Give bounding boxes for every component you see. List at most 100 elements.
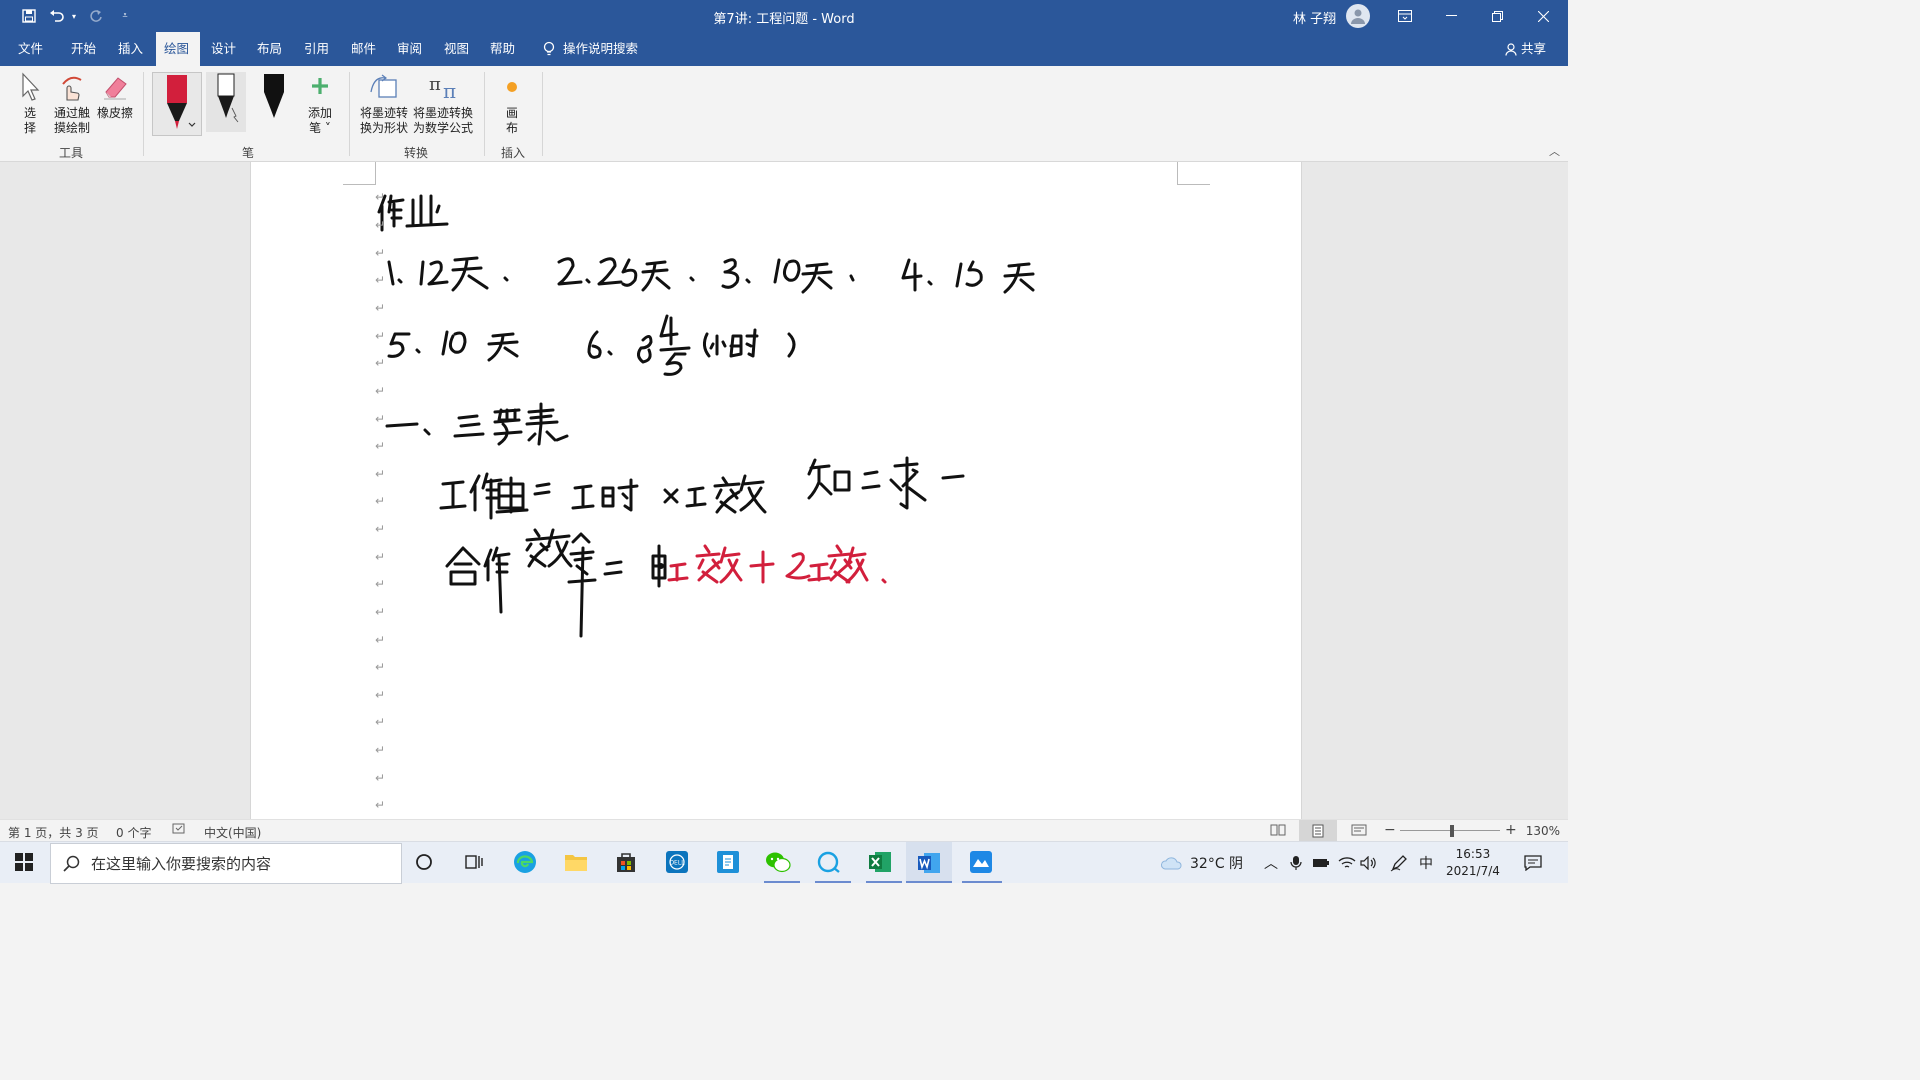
close-button[interactable] bbox=[1520, 0, 1566, 32]
store-icon[interactable] bbox=[612, 848, 640, 876]
running-indicator bbox=[764, 881, 800, 883]
proofing-icon[interactable] bbox=[172, 822, 186, 839]
eraser-label: 橡皮擦 bbox=[96, 106, 133, 120]
title-bar: ▾ ⩡ 第7讲: 工程问题 - Word 林 子翔 bbox=[0, 0, 1568, 32]
zoom-out-button[interactable]: − bbox=[1384, 822, 1396, 838]
touch-draw-label-1: 通过触 bbox=[53, 106, 90, 120]
file-explorer-icon[interactable] bbox=[562, 848, 590, 876]
paragraph-mark: ↵ bbox=[375, 218, 386, 232]
page-count[interactable]: 第 1 页，共 3 页 bbox=[8, 824, 99, 841]
paragraph-mark: ↵ bbox=[375, 688, 386, 702]
select-label-1: 选 bbox=[23, 106, 36, 120]
zoom-level[interactable]: 130% bbox=[1526, 824, 1560, 838]
dell-icon[interactable]: DELL bbox=[663, 848, 691, 876]
avatar[interactable] bbox=[1346, 4, 1370, 28]
tab-insert[interactable]: 插入 bbox=[110, 32, 151, 66]
paragraph-mark: ↵ bbox=[375, 356, 386, 370]
pen-black-thin[interactable] bbox=[206, 72, 246, 132]
chat-app-icon[interactable] bbox=[815, 848, 843, 876]
paragraph-mark: ↵ bbox=[375, 384, 386, 398]
paragraph-mark: ↵ bbox=[375, 467, 386, 481]
language-status[interactable]: 中文(中国) bbox=[204, 824, 261, 841]
weather-widget[interactable]: 32°C 阴 bbox=[1160, 842, 1243, 883]
notification-center-icon[interactable] bbox=[1524, 842, 1542, 883]
paragraph-mark: ↵ bbox=[375, 273, 386, 287]
tray-overflow-icon[interactable]: ︿ bbox=[1264, 842, 1278, 883]
tab-file[interactable]: 文件 bbox=[10, 32, 51, 66]
ink-to-math-button[interactable]: ππ 将墨迹转换 为数学公式 bbox=[410, 72, 476, 136]
tab-review[interactable]: 审阅 bbox=[389, 32, 430, 66]
tab-layout[interactable]: 布局 bbox=[249, 32, 290, 66]
whiteboard-app-icon[interactable] bbox=[967, 848, 995, 876]
cortana-icon[interactable] bbox=[410, 848, 438, 876]
paragraph-mark: ↵ bbox=[375, 771, 386, 785]
paragraph-mark: ↵ bbox=[375, 550, 386, 564]
ink-to-shape-label-2: 换为形状 bbox=[359, 121, 408, 135]
task-view-icon[interactable] bbox=[460, 848, 488, 876]
user-name[interactable]: 林 子翔 bbox=[1293, 8, 1336, 27]
notes-app-icon[interactable] bbox=[714, 848, 742, 876]
volume-icon[interactable] bbox=[1360, 842, 1378, 883]
print-layout-icon[interactable] bbox=[1299, 820, 1337, 842]
eraser-button[interactable]: 橡皮擦 bbox=[94, 72, 136, 121]
share-button[interactable]: 共享 bbox=[1505, 32, 1546, 66]
ribbon-display-options-icon[interactable] bbox=[1382, 0, 1428, 32]
weather-text: 32°C 阴 bbox=[1190, 855, 1244, 872]
read-mode-icon[interactable] bbox=[1270, 823, 1286, 840]
ink-to-shape-button[interactable]: 将墨迹转 换为形状 bbox=[356, 72, 412, 136]
search-icon bbox=[63, 855, 80, 872]
windows-start-icon[interactable] bbox=[10, 848, 38, 876]
paragraph-mark: ↵ bbox=[375, 633, 386, 647]
ribbon-tabs: 文件 开始 插入 绘图 设计 布局 引用 邮件 审阅 视图 帮助 操作说明搜索 … bbox=[0, 32, 1568, 66]
add-pen-button[interactable]: 添加 笔 ˅ bbox=[300, 72, 340, 136]
collapse-ribbon-icon[interactable]: ︿ bbox=[1549, 143, 1560, 159]
web-layout-icon[interactable] bbox=[1351, 823, 1367, 840]
document-area[interactable]: ↵ ↵ ↵ ↵ ↵ ↵ ↵ ↵ ↵ ↵ ↵ ↵ ↵ ↵ ↵ ↵ ↵ ↵ ↵ ↵ … bbox=[0, 162, 1568, 819]
zoom-slider-thumb[interactable] bbox=[1450, 825, 1454, 837]
black-pen-icon bbox=[217, 73, 239, 123]
excel-icon[interactable] bbox=[866, 848, 894, 876]
tab-design[interactable]: 设计 bbox=[203, 32, 244, 66]
word-icon[interactable] bbox=[906, 842, 952, 883]
draw-with-touch-button[interactable]: 通过触 摸绘制 bbox=[50, 72, 94, 136]
pens-group-label: 笔 bbox=[241, 146, 254, 160]
marker-pen-icon bbox=[264, 74, 284, 118]
separator bbox=[542, 72, 543, 156]
document-page[interactable]: ↵ ↵ ↵ ↵ ↵ ↵ ↵ ↵ ↵ ↵ ↵ ↵ ↵ ↵ ↵ ↵ ↵ ↵ ↵ ↵ … bbox=[250, 162, 1302, 819]
paragraph-mark: ↵ bbox=[375, 660, 386, 674]
paragraph-mark: ↵ bbox=[375, 743, 386, 757]
input-method-indicator[interactable]: 中 bbox=[1419, 842, 1433, 883]
tab-draw[interactable]: 绘图 bbox=[156, 32, 200, 66]
drawing-canvas-button[interactable]: 画 布 bbox=[496, 72, 528, 136]
battery-icon[interactable] bbox=[1312, 842, 1330, 883]
edge-icon[interactable] bbox=[511, 848, 539, 876]
zoom-in-button[interactable]: + bbox=[1505, 822, 1517, 838]
restore-button[interactable] bbox=[1474, 0, 1520, 32]
taskbar-search[interactable]: 在这里输入你要搜索的内容 bbox=[50, 843, 402, 884]
tell-me-search[interactable]: 操作说明搜索 bbox=[535, 32, 646, 66]
taskbar: 在这里输入你要搜索的内容 DELL 32°C 阴 ︿ 中 16:53 2021/… bbox=[0, 841, 1568, 884]
tab-view[interactable]: 视图 bbox=[436, 32, 477, 66]
tab-home[interactable]: 开始 bbox=[63, 32, 104, 66]
touch-draw-label-2: 摸绘制 bbox=[53, 121, 90, 135]
svg-text:π: π bbox=[443, 79, 456, 102]
share-label: 共享 bbox=[1520, 41, 1546, 56]
paragraph-mark: ↵ bbox=[375, 605, 386, 619]
tab-mailings[interactable]: 邮件 bbox=[343, 32, 384, 66]
minimize-button[interactable] bbox=[1428, 0, 1474, 32]
word-count[interactable]: 0 个字 bbox=[116, 824, 151, 841]
wifi-icon[interactable] bbox=[1338, 842, 1356, 883]
pen-red-selected[interactable] bbox=[152, 72, 202, 136]
wechat-icon[interactable] bbox=[764, 848, 792, 876]
select-button[interactable]: 选 择 bbox=[16, 72, 44, 136]
microphone-icon[interactable] bbox=[1290, 842, 1302, 883]
pen-black-marker[interactable] bbox=[254, 72, 294, 132]
clock[interactable]: 16:53 2021/7/4 bbox=[1446, 842, 1500, 883]
status-bar: 第 1 页，共 3 页 0 个字 中文(中国) − + 130% bbox=[0, 819, 1568, 842]
tab-references[interactable]: 引用 bbox=[296, 32, 337, 66]
separator bbox=[143, 72, 144, 156]
ink-drawing[interactable] bbox=[251, 162, 1301, 819]
convert-group-label: 转换 bbox=[403, 146, 428, 160]
tab-help[interactable]: 帮助 bbox=[482, 32, 523, 66]
pen-workspace-icon[interactable] bbox=[1390, 842, 1408, 883]
